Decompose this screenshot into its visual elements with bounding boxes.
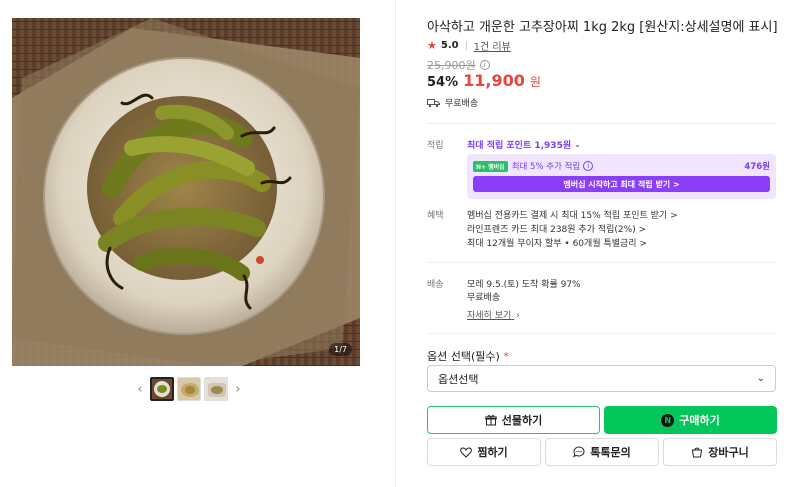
product-gallery: 1/7 ‹ › bbox=[0, 0, 395, 487]
main-product-photo[interactable]: 1/7 bbox=[12, 18, 360, 366]
rating-divider bbox=[465, 41, 467, 50]
membership-badge: N+ 멤버십 bbox=[473, 160, 508, 172]
product-title: 아삭하고 개운한 고추장아찌 1kg 2kg [원산지:상세설명에 표시] bbox=[427, 20, 778, 35]
option-select-value: 옵션선택 bbox=[438, 372, 479, 386]
benefits-label: 혜택 bbox=[427, 211, 444, 221]
talk-inquiry-button[interactable]: 톡톡문의 bbox=[545, 438, 659, 466]
benefit-line-friends-card[interactable]: 라인프렌즈 카드 최대 238원 추가 적립(2%) > bbox=[467, 222, 646, 235]
truck-icon bbox=[427, 98, 440, 107]
cart-icon bbox=[692, 447, 703, 458]
delivery-label: 배송 bbox=[427, 280, 444, 290]
delivery-fee: 무료배송 bbox=[467, 293, 501, 303]
max-point-toggle[interactable]: 최대 적립 포인트 1,935원 ⌄ bbox=[467, 138, 581, 151]
delivery-details-label: 자세히 보기 bbox=[467, 311, 512, 321]
option-label: 옵션 선택(필수) * bbox=[427, 348, 509, 364]
pickled-peppers-photo bbox=[12, 18, 360, 366]
membership-amount: 476원 bbox=[744, 162, 770, 172]
required-mark: * bbox=[503, 350, 509, 363]
thumbnail-strip: ‹ › bbox=[133, 377, 245, 401]
divider bbox=[427, 262, 777, 263]
delivery-details-link[interactable]: 자세히 보기 › bbox=[467, 308, 520, 321]
thumbnail-1-image bbox=[152, 379, 172, 399]
points-label: 적립 bbox=[427, 141, 444, 151]
rating-row: ★ 5.0 1건 리뷰 bbox=[427, 38, 511, 53]
free-shipping-label: 무료배송 bbox=[445, 99, 479, 109]
heart-icon bbox=[460, 446, 473, 458]
panel-divider bbox=[395, 0, 396, 487]
cart-button[interactable]: 장바구니 bbox=[663, 438, 777, 466]
benefit-membership-card[interactable]: 멤버십 전용카드 결제 시 최대 15% 적립 포인트 받기 > bbox=[467, 208, 678, 221]
wish-button-label: 찜하기 bbox=[477, 446, 508, 459]
star-icon: ★ bbox=[427, 39, 437, 52]
info-icon[interactable]: i bbox=[479, 60, 490, 70]
membership-start-button[interactable]: 멤버십 시작하고 최대 적립 받기 > bbox=[473, 176, 770, 192]
discount-rate: 54% bbox=[427, 75, 459, 90]
thumbnail-1[interactable] bbox=[150, 377, 174, 401]
thumbnail-3[interactable] bbox=[204, 377, 228, 401]
chat-bubble-icon bbox=[573, 446, 585, 458]
sale-price-unit: 원 bbox=[529, 75, 541, 89]
chevron-down-icon: ⌄ bbox=[756, 373, 765, 384]
option-label-text: 옵션 선택(필수) bbox=[427, 350, 500, 363]
chevron-right-icon: › bbox=[516, 311, 520, 321]
divider bbox=[427, 123, 777, 124]
info-icon[interactable]: i bbox=[583, 161, 594, 171]
cart-button-label: 장바구니 bbox=[708, 446, 749, 459]
thumbnail-2[interactable] bbox=[177, 377, 201, 401]
membership-text: 최대 5% 추가 적립 bbox=[511, 162, 581, 172]
membership-box: N+ 멤버십 최대 5% 추가 적립 i 476원 멤버십 시작하고 최대 적립… bbox=[467, 154, 776, 199]
prev-image-arrow-icon[interactable]: ‹ bbox=[133, 377, 147, 401]
buy-button[interactable]: N 구매하기 bbox=[604, 406, 777, 434]
free-shipping-row: 무료배송 bbox=[427, 96, 478, 109]
buy-button-label: 구매하기 bbox=[679, 414, 720, 427]
wish-button[interactable]: 찜하기 bbox=[427, 438, 541, 466]
photo-counter: 1/7 bbox=[329, 343, 352, 356]
gift-icon bbox=[485, 415, 497, 426]
chevron-down-icon: ⌄ bbox=[574, 140, 581, 149]
delivery-arrival: 모레 9.5.(토) 도착 확률 97% bbox=[467, 280, 581, 290]
rating-score: 5.0 bbox=[440, 40, 459, 51]
option-select[interactable]: 옵션선택 ⌄ bbox=[427, 365, 776, 392]
gift-button-label: 선물하기 bbox=[501, 414, 543, 427]
sale-price-row: 54% 11,900 원 bbox=[427, 71, 541, 90]
max-point-text: 최대 적립 포인트 1,935원 bbox=[467, 141, 572, 151]
sale-price: 11,900 bbox=[463, 71, 525, 90]
talk-inquiry-label: 톡톡문의 bbox=[590, 446, 631, 459]
gift-button[interactable]: 선물하기 bbox=[427, 406, 600, 434]
next-image-arrow-icon[interactable]: › bbox=[231, 377, 245, 401]
review-count-link[interactable]: 1건 리뷰 bbox=[474, 38, 511, 53]
membership-row: N+ 멤버십 최대 5% 추가 적립 i 476원 bbox=[473, 160, 770, 172]
benefit-installment[interactable]: 최대 12개월 무이자 할부 • 60개월 특별금리 > bbox=[467, 236, 647, 249]
thumbnail-3-image bbox=[205, 378, 227, 400]
divider bbox=[427, 333, 777, 334]
naver-pay-icon: N bbox=[661, 413, 675, 427]
thumbnail-2-image bbox=[178, 378, 200, 400]
